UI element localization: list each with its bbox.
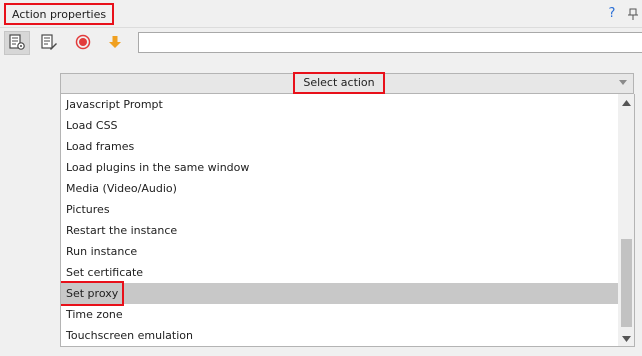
move-down-button[interactable] (102, 31, 128, 55)
scroll-down-icon[interactable] (618, 330, 634, 346)
toolbar-text-input[interactable] (138, 32, 642, 53)
list-item[interactable]: Restart the instance (61, 220, 618, 241)
highlight-box (61, 281, 124, 306)
list-scrollbar[interactable] (618, 94, 634, 346)
window-title: Action properties (4, 3, 115, 25)
edit-document-icon (40, 33, 58, 54)
edit-document-button[interactable] (36, 31, 62, 55)
list-item[interactable]: Run instance (61, 241, 618, 262)
list-item[interactable]: Load plugins in the same window (61, 157, 618, 178)
properties-settings-button[interactable] (4, 31, 30, 55)
list-item[interactable]: Set certificate (61, 262, 618, 283)
scroll-up-icon[interactable] (618, 94, 634, 111)
list-item[interactable]: Javascript Prompt (61, 94, 618, 115)
list-item[interactable]: Touchscreen emulation (61, 325, 618, 346)
help-icon[interactable]: ? (605, 5, 619, 23)
list-item[interactable]: Media (Video/Audio) (61, 178, 618, 199)
pin-icon[interactable] (626, 5, 640, 23)
list-item[interactable]: Time zone (61, 304, 618, 325)
record-button[interactable] (70, 31, 96, 55)
arrow-down-icon (107, 34, 123, 53)
record-icon (75, 34, 91, 53)
action-list: Javascript Prompt Load CSS Load frames L… (60, 94, 635, 347)
window-titlebar: Action properties ? (0, 0, 642, 28)
chevron-down-icon[interactable] (619, 80, 627, 85)
list-item[interactable]: Load CSS (61, 115, 618, 136)
list-item[interactable]: Pictures (61, 199, 618, 220)
properties-settings-icon (8, 33, 26, 54)
select-action-label[interactable]: Select action (293, 72, 385, 94)
toolbar (0, 29, 642, 57)
scrollbar-thumb[interactable] (621, 239, 632, 327)
list-item-selected[interactable]: Set proxy (61, 281, 618, 306)
list-item[interactable]: Load frames (61, 136, 618, 157)
